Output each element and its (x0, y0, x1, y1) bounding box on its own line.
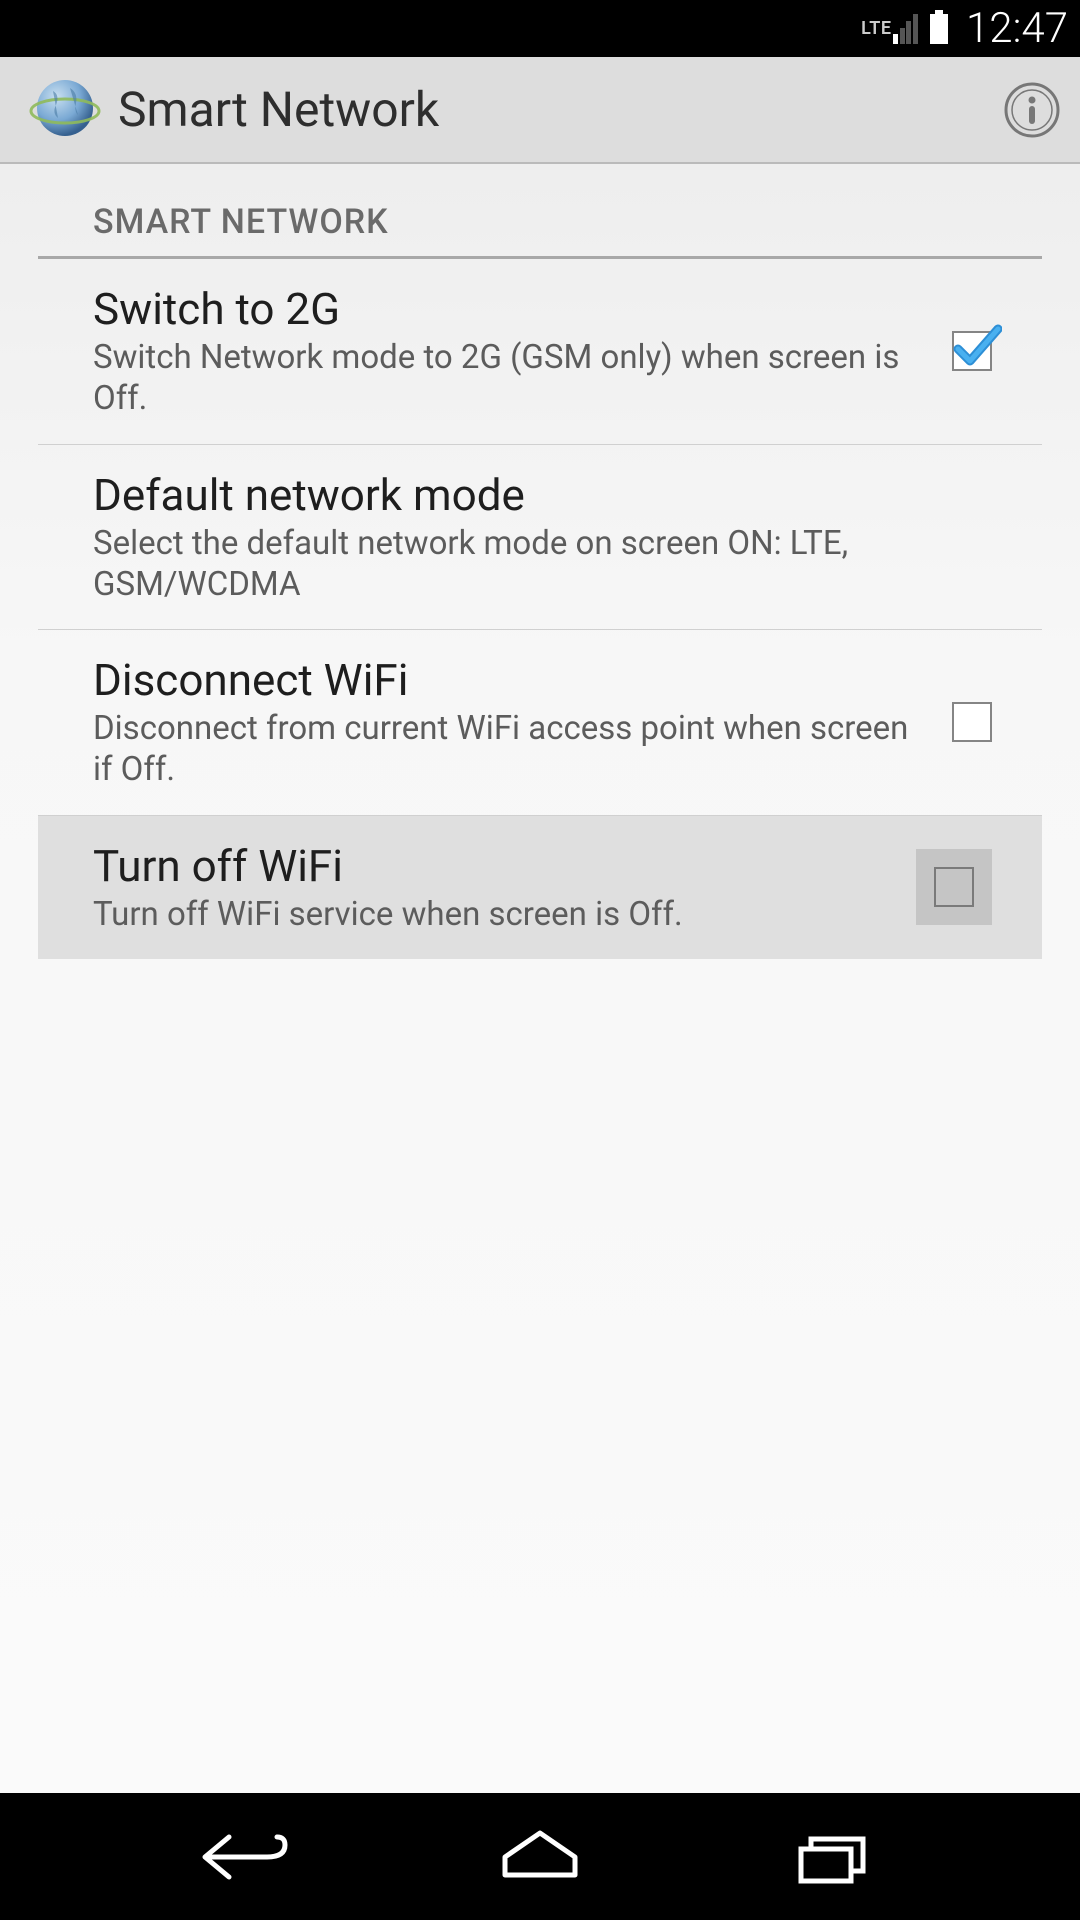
list-item-text: Turn off WiFi Turn off WiFi service when… (93, 840, 916, 935)
info-button[interactable] (1004, 82, 1060, 138)
item-subtitle: Switch Network mode to 2G (GSM only) whe… (93, 337, 928, 420)
navigation-bar (0, 1793, 1080, 1920)
checkbox-disconnect-wifi[interactable] (952, 702, 992, 742)
item-title: Default network mode (93, 469, 968, 521)
checkbox-container-disabled (916, 849, 992, 925)
status-bar: LTE 12:47 (0, 0, 1080, 57)
item-title: Switch to 2G (93, 283, 928, 335)
network-type-label: LTE (861, 18, 891, 39)
status-icons: LTE 12:47 (861, 4, 1068, 53)
back-icon (197, 1827, 297, 1887)
back-button[interactable] (187, 1817, 307, 1897)
battery-icon (930, 14, 948, 44)
app-title: Smart Network (118, 81, 1004, 138)
item-title: Disconnect WiFi (93, 654, 928, 706)
app-bar: Smart Network (0, 57, 1080, 164)
recents-icon (783, 1827, 883, 1887)
list-item-text: Switch to 2G Switch Network mode to 2G (… (93, 283, 952, 420)
signal-icon (893, 14, 918, 44)
item-title: Turn off WiFi (93, 840, 892, 892)
checkbox-switch-to-2g[interactable] (952, 331, 992, 371)
main-content: SMART NETWORK Switch to 2G Switch Networ… (0, 164, 1080, 1793)
item-default-network-mode[interactable]: Default network mode Select the default … (38, 445, 1042, 631)
globe-icon (28, 73, 102, 147)
item-subtitle: Select the default network mode on scree… (93, 523, 968, 606)
section-header: SMART NETWORK (38, 174, 1042, 259)
home-icon (490, 1827, 590, 1887)
item-turn-off-wifi[interactable]: Turn off WiFi Turn off WiFi service when… (38, 816, 1042, 959)
item-subtitle: Turn off WiFi service when screen is Off… (93, 894, 892, 935)
recents-button[interactable] (773, 1817, 893, 1897)
list-item-text: Disconnect WiFi Disconnect from current … (93, 654, 952, 791)
item-switch-to-2g[interactable]: Switch to 2G Switch Network mode to 2G (… (38, 259, 1042, 445)
home-button[interactable] (480, 1817, 600, 1897)
checkbox-turn-off-wifi[interactable] (934, 867, 974, 907)
list-item-text: Default network mode Select the default … (93, 469, 992, 606)
info-icon (1004, 82, 1060, 138)
status-time: 12:47 (966, 4, 1068, 53)
item-disconnect-wifi[interactable]: Disconnect WiFi Disconnect from current … (38, 630, 1042, 816)
item-subtitle: Disconnect from current WiFi access poin… (93, 708, 928, 791)
